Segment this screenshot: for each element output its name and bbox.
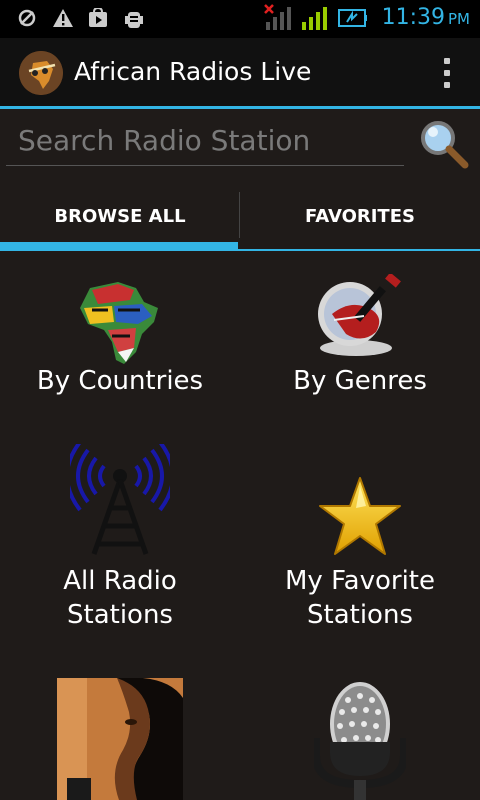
android-debug-icon — [125, 12, 143, 28]
africa-flags-map-icon — [80, 282, 158, 364]
warning-icon — [53, 9, 73, 27]
grid-item-singer[interactable] — [0, 678, 240, 800]
tab-favorites[interactable]: FAVORITES — [240, 192, 480, 250]
status-clock: 11:39 PM — [382, 5, 470, 30]
sync-off-icon — [18, 9, 36, 27]
play-store-icon — [89, 8, 107, 27]
tab-selected-indicator — [0, 242, 238, 250]
guitar-cd-icon — [318, 274, 401, 356]
clock-time: 11:39 — [381, 5, 445, 30]
label-all-radio-stations-line1: All Radio — [63, 566, 177, 596]
singer-photo-icon — [57, 678, 183, 800]
label-by-countries: By Countries — [36, 366, 204, 396]
tab-bar: BROWSE ALL FAVORITES — [0, 192, 480, 252]
label-my-favorite-stations-line1: My Favorite — [285, 566, 435, 596]
magnifier-icon[interactable] — [418, 118, 470, 170]
microphone-icon — [314, 682, 406, 800]
signal-sim2-icon — [302, 7, 327, 30]
status-bar: 11:39 PM — [0, 0, 480, 38]
africa-radio-logo-icon[interactable] — [19, 51, 63, 95]
overflow-menu-icon[interactable] — [444, 58, 450, 90]
grid-item-all-radio-stations[interactable]: All Radio Stations — [0, 440, 240, 640]
label-by-genres: By Genres — [293, 366, 427, 396]
star-icon — [319, 477, 401, 555]
app-bar-divider — [0, 106, 480, 109]
grid-item-by-genres[interactable]: By Genres — [240, 270, 480, 410]
signal-sim1-icon — [264, 4, 291, 30]
app-bar: African Radios Live — [0, 38, 480, 106]
grid-item-by-countries[interactable]: By Countries — [0, 270, 240, 410]
app-title: African Radios Live — [74, 57, 312, 86]
grid-item-microphone[interactable] — [240, 678, 480, 800]
label-all-radio-stations-line2: Stations — [67, 600, 173, 630]
search-input[interactable] — [6, 116, 404, 166]
radio-tower-icon — [70, 444, 170, 555]
search-box — [6, 116, 404, 168]
label-my-favorite-stations-line2: Stations — [307, 600, 413, 630]
battery-icon — [338, 9, 367, 27]
grid-item-my-favorite-stations[interactable]: My Favorite Stations — [240, 440, 480, 640]
clock-ampm: PM — [448, 10, 470, 28]
